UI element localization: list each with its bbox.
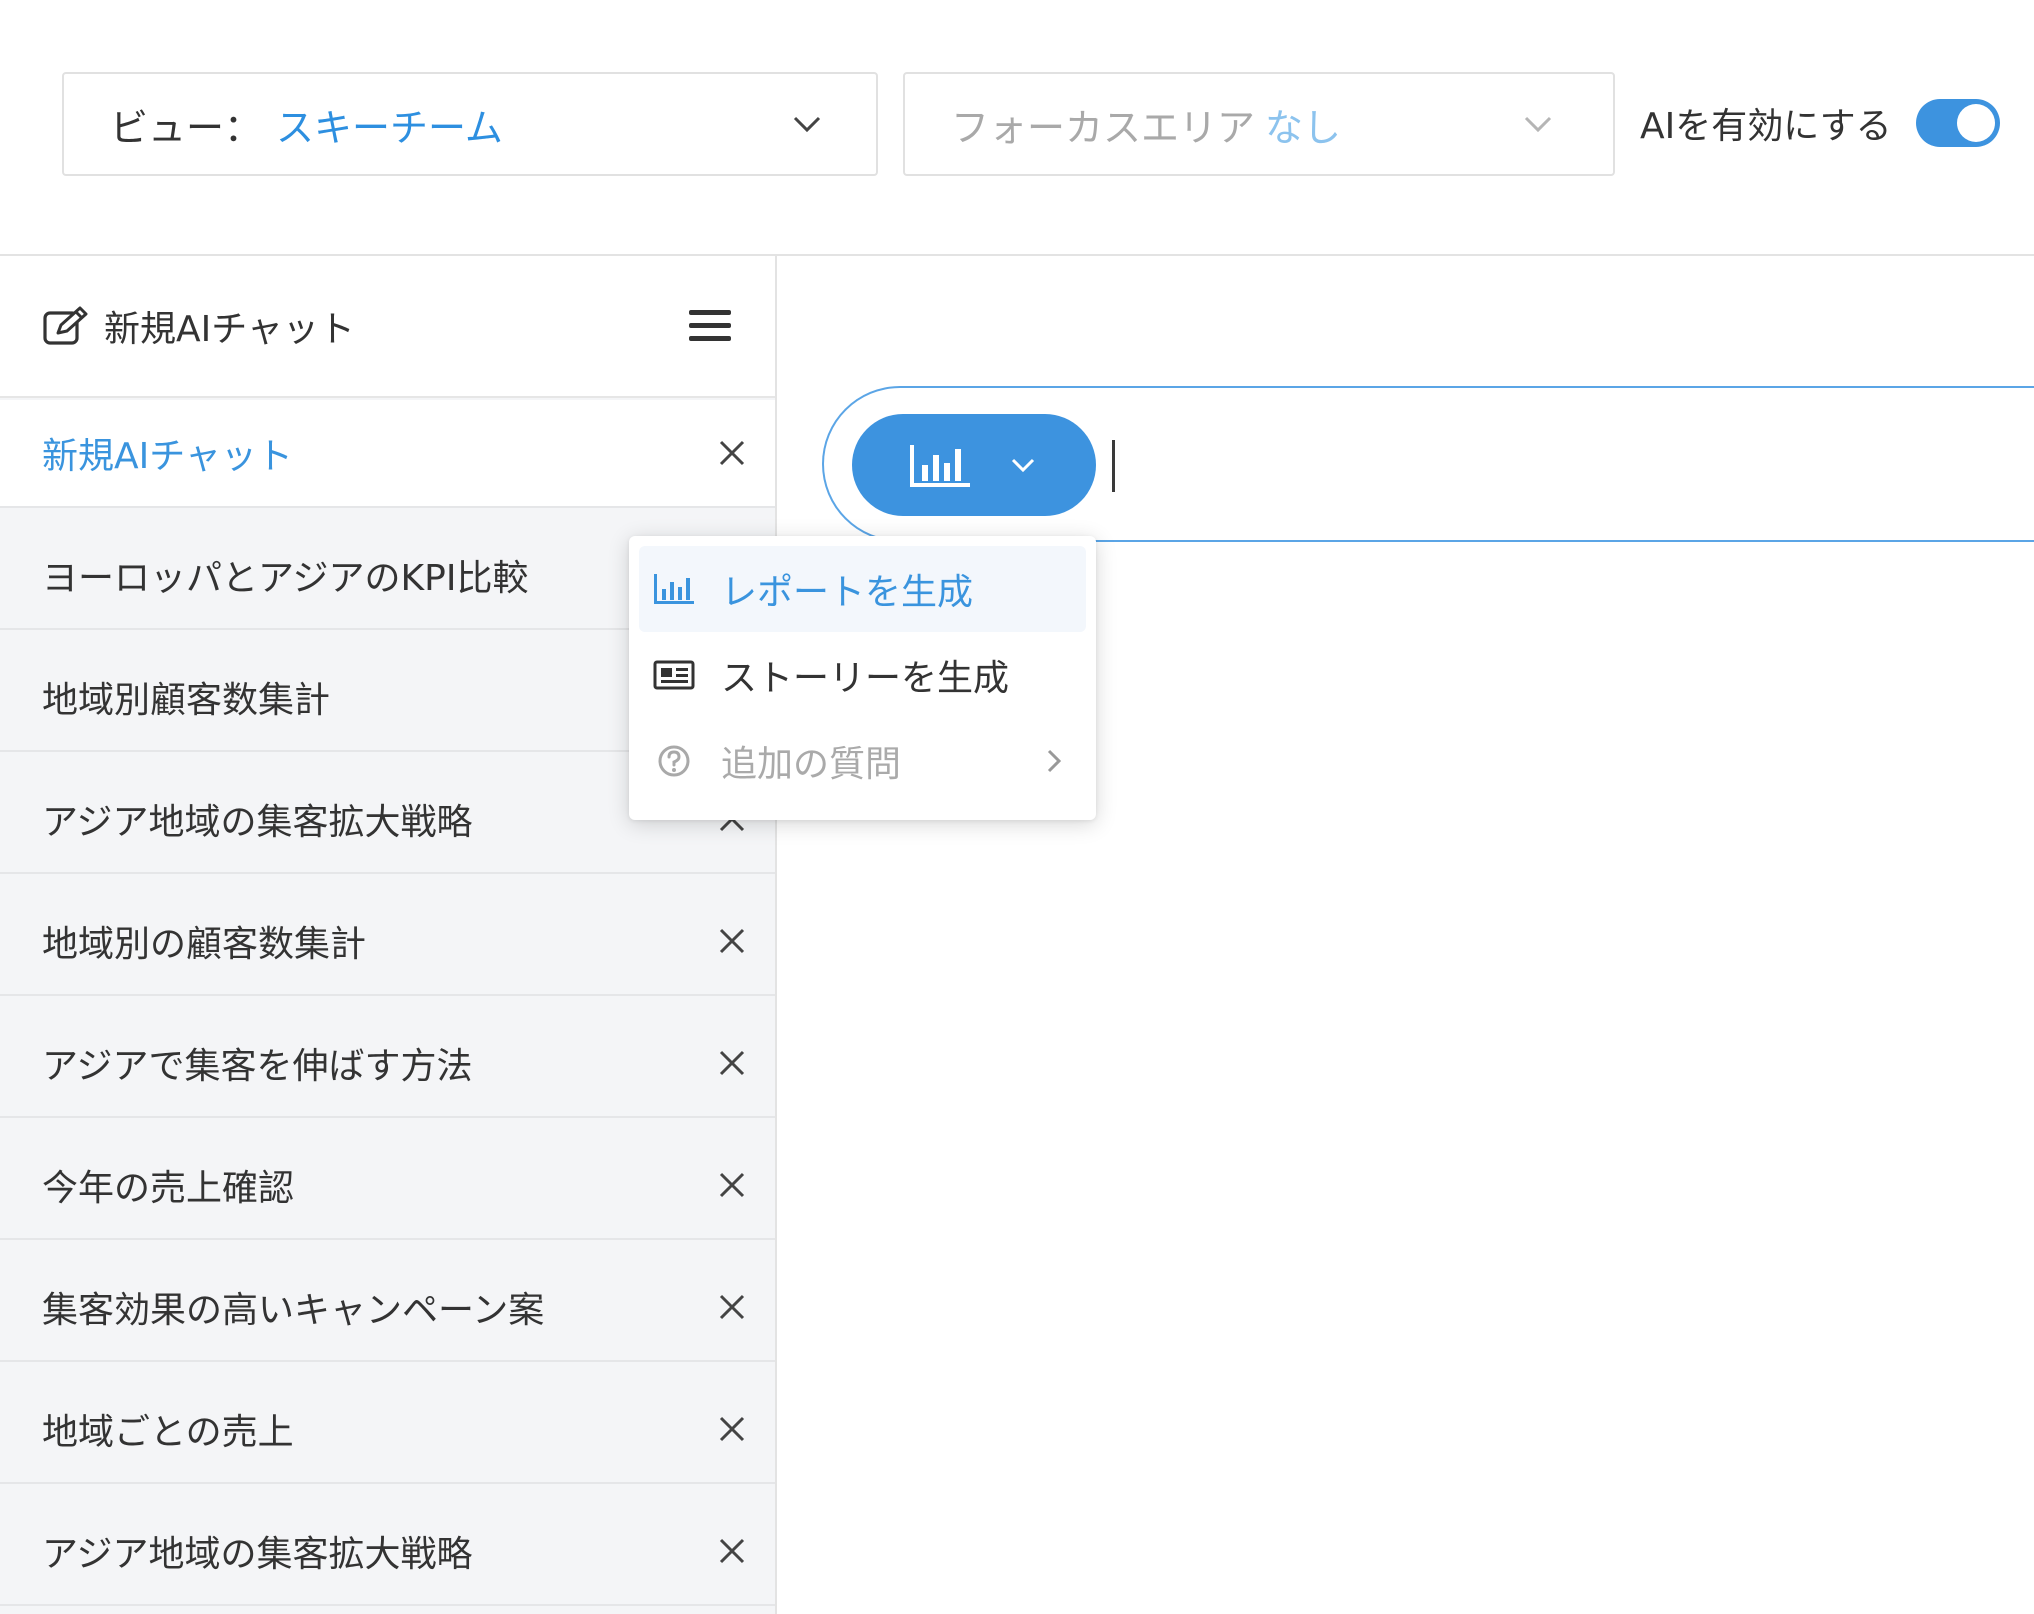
bar-chart-icon	[654, 574, 694, 604]
close-icon[interactable]	[719, 1538, 745, 1564]
close-icon[interactable]	[719, 1050, 745, 1076]
chat-item[interactable]: 今年の売上確認	[0, 1132, 775, 1240]
toggle-knob	[1956, 104, 1995, 142]
sidebar-header: 新規AIチャット	[0, 256, 775, 398]
menu-item-label: 追加の質問	[721, 744, 902, 785]
view-label: ビュー：	[110, 105, 263, 150]
chat-item[interactable]: 新規AIチャット	[0, 400, 775, 508]
chat-title: アジアで集客を伸ばす方法	[42, 1046, 473, 1087]
view-value: スキーチーム	[276, 105, 503, 150]
chat-title: 集客効果の高いキャンペーン案	[42, 1290, 545, 1331]
close-icon[interactable]	[719, 1172, 745, 1198]
ai-toggle-switch[interactable]	[1915, 99, 2000, 147]
chat-item[interactable]: 地域別の顧客数集計	[0, 888, 775, 996]
chat-title: ヨーロッパとアジアのKPI比較	[42, 558, 529, 599]
close-icon[interactable]	[719, 440, 745, 466]
app-window: ビュー： スキーチーム フォーカスエリア なし AIを有効にする 新規AIチャッ…	[0, 0, 2034, 1614]
text-caret	[1112, 440, 1115, 492]
chevron-right-icon	[1047, 749, 1062, 773]
close-icon[interactable]	[719, 928, 745, 954]
chevron-down-icon	[1011, 458, 1035, 473]
chat-title: 地域別顧客数集計	[42, 680, 331, 721]
bar-chart-icon	[910, 445, 970, 487]
chat-item[interactable]: アジアで集客を伸ばす方法	[0, 1010, 775, 1118]
chat-title: アジア地域の集客拡大戦略	[42, 1534, 473, 1575]
chat-title: 新規AIチャット	[42, 436, 293, 477]
close-icon[interactable]	[719, 1416, 745, 1442]
mode-select-button[interactable]	[852, 414, 1096, 516]
chat-sidebar: 新規AIチャット 新規AIチャット ヨーロッパとアジアのKPI比較 地域別顧客数…	[0, 256, 777, 1614]
new-chat-button[interactable]: 新規AIチャット	[104, 300, 355, 352]
focus-area-select[interactable]: フォーカスエリア なし	[903, 72, 1615, 176]
chat-title: アジア地域の集客拡大戦略	[42, 802, 473, 843]
edit-icon[interactable]	[42, 306, 88, 346]
menu-item-generate-story[interactable]: ストーリーを生成	[639, 632, 1086, 718]
menu-item-label: ストーリーを生成	[721, 658, 1010, 699]
menu-item-generate-report[interactable]: レポートを生成	[639, 546, 1086, 632]
chevron-down-icon	[1524, 116, 1552, 133]
ai-toggle-group: AIを有効にする	[1640, 95, 2000, 151]
mode-dropdown-menu: レポートを生成 ストーリーを生成 追加の質問	[629, 536, 1096, 820]
chat-item[interactable]: 地域ごとの売上	[0, 1376, 775, 1484]
menu-item-label: レポートを生成	[721, 572, 974, 613]
chat-item[interactable]: 集客効果の高いキャンペーン案	[0, 1254, 775, 1362]
menu-item-follow-up-question[interactable]: 追加の質問	[639, 718, 1086, 804]
query-input[interactable]	[822, 386, 2034, 542]
view-select[interactable]: ビュー： スキーチーム	[62, 72, 878, 176]
chevron-down-icon	[793, 116, 821, 133]
hamburger-menu-icon[interactable]	[689, 309, 731, 343]
ai-toggle-label: AIを有効にする	[1640, 106, 1892, 147]
chat-title: 地域ごとの売上	[42, 1412, 294, 1453]
question-circle-icon	[658, 745, 690, 777]
chat-item[interactable]: アジア地域の集客拡大戦略	[0, 1498, 775, 1606]
close-icon[interactable]	[719, 1294, 745, 1320]
header-bar: ビュー： スキーチーム フォーカスエリア なし AIを有効にする	[0, 0, 2034, 256]
chat-title: 今年の売上確認	[42, 1168, 295, 1209]
focus-area-value: なし	[1265, 105, 1342, 150]
newspaper-icon	[653, 660, 695, 690]
focus-area-label: フォーカスエリア	[951, 105, 1256, 150]
main-panel	[777, 256, 2034, 1614]
chat-title: 地域別の顧客数集計	[42, 924, 367, 965]
